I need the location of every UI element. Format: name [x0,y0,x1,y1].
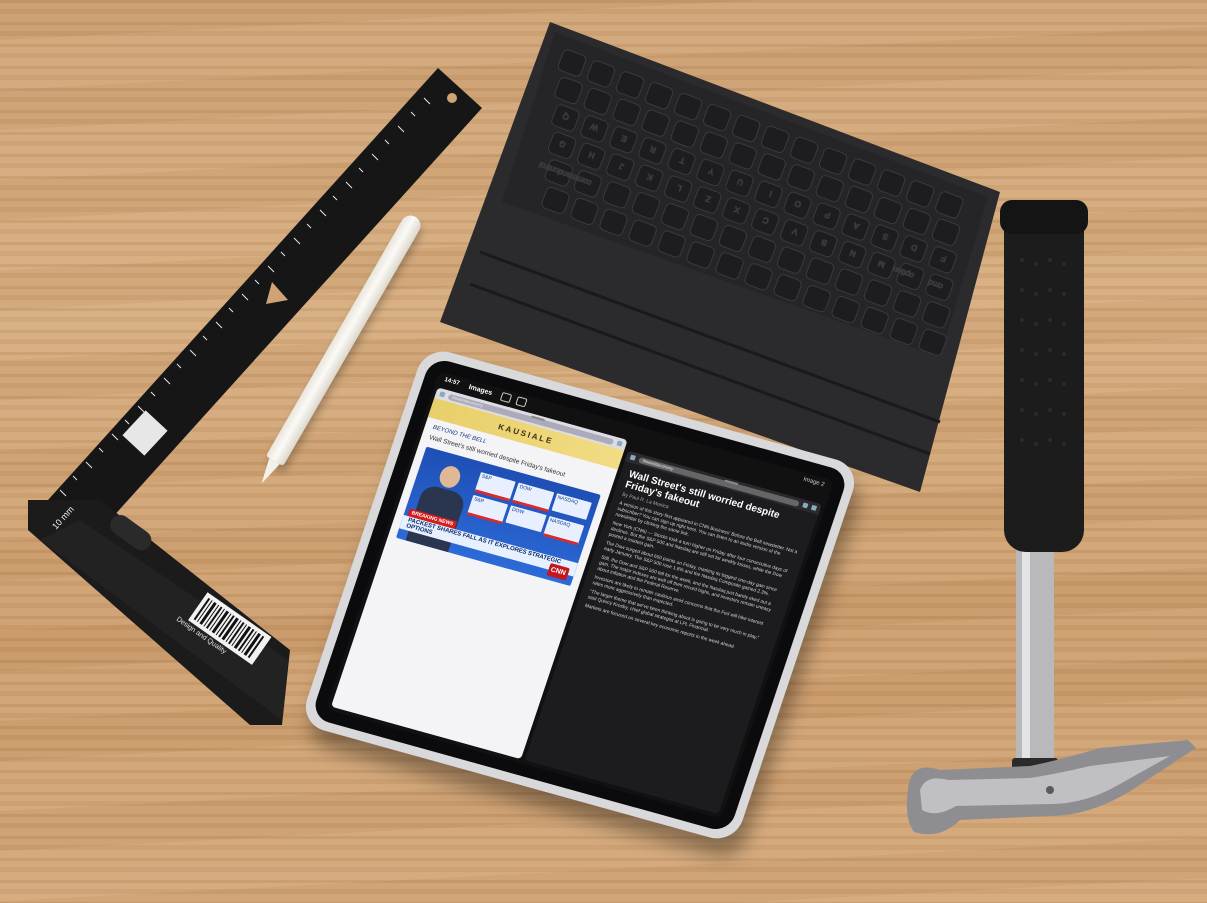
ticker: NASDAQ [542,515,585,546]
share-icon[interactable] [616,440,623,447]
split-view-label: Image 2 [802,476,826,489]
sidebar-icon[interactable] [500,391,513,403]
sidebar-toggle-icon[interactable] [629,454,637,461]
app-tools [500,391,529,408]
sidebar-toggle-icon[interactable] [439,391,446,398]
share-icon[interactable] [810,504,818,511]
ticker: NASDAQ [551,493,592,520]
status-time: 14:57 [443,377,461,387]
crop-icon[interactable] [515,395,529,408]
ipad-bezel: 14:57 Images Image 2 theworldeconomy KAU… [310,356,850,834]
hammer-graphic [906,200,1196,835]
add-tab-icon[interactable] [802,502,809,509]
ipad-device: 14:57 Images Image 2 theworldeconomy KAU… [296,344,866,845]
app-title: Images [467,383,494,397]
ticker-grid: S&P DOW NASDAQ S&P DOW NASDAQ [466,472,592,546]
ipad-screen: 14:57 Images Image 2 theworldeconomy KAU… [325,371,835,819]
desk-scene: 10 mm Design and Quality QWERTYUIOPASDFG… [0,0,1207,903]
ipad-frame: 14:57 Images Image 2 theworldeconomy KAU… [298,345,862,845]
claw-hammer [900,200,1200,860]
